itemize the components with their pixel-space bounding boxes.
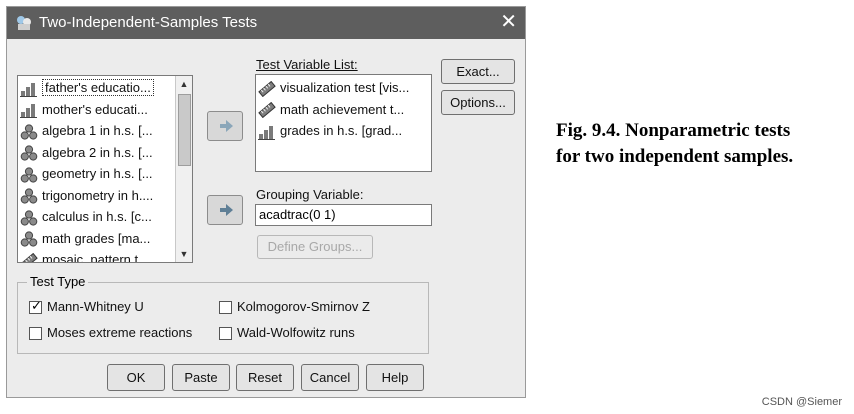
variable-label: geometry in h.s. [... <box>42 166 153 181</box>
variable-list-item[interactable]: grades in h.s. [grad... <box>258 121 402 141</box>
variable-label: mother's educati... <box>42 101 148 117</box>
moses-extreme-label: Moses extreme reactions <box>47 325 193 340</box>
check-mark-icon: ✓ <box>31 298 42 313</box>
right-arrow-icon <box>220 204 233 216</box>
scale-ruler-icon <box>20 252 38 262</box>
spss-app-icon <box>17 16 31 30</box>
exact-button[interactable]: Exact... <box>441 59 515 84</box>
caption-line-2: for two independent samples. <box>556 146 794 167</box>
nominal-circles-icon <box>20 145 38 161</box>
variable-label: mosaic, pattern t... <box>42 252 149 263</box>
source-list-scrollbar[interactable]: ▲ ▼ <box>175 76 192 262</box>
source-variable-list[interactable]: father's educatio... mother's educati... a… <box>17 75 193 263</box>
right-arrow-icon <box>220 120 233 132</box>
scale-ruler-icon <box>258 80 276 97</box>
variable-list-item[interactable]: trigonometry in h.... <box>20 186 153 206</box>
mann-whitney-label: Mann-Whitney U <box>47 299 144 314</box>
nominal-circles-icon <box>20 209 38 226</box>
scroll-thumb[interactable] <box>178 94 191 166</box>
define-groups-button[interactable]: Define Groups... <box>257 235 373 259</box>
variable-list-item[interactable]: geometry in h.s. [... <box>20 164 153 184</box>
figure-caption: Fig. 9.4. Nonparametric tests for two in… <box>556 118 793 170</box>
test-variable-list-label: Test Variable List: <box>256 57 358 72</box>
kolmogorov-smirnov-label: Kolmogorov-Smirnov Z <box>237 299 370 314</box>
wald-wolfowitz-checkbox[interactable] <box>219 327 232 340</box>
paste-button[interactable]: Paste <box>172 364 230 391</box>
kolmogorov-smirnov-checkbox[interactable] <box>219 301 232 314</box>
variable-label: math grades [ma... <box>42 230 151 246</box>
variable-list-item[interactable]: algebra 1 in h.s. [... <box>20 121 153 141</box>
nominal-circles-icon <box>20 166 38 183</box>
reset-button[interactable]: Reset <box>236 364 294 391</box>
variable-label: algebra 1 in h.s. [... <box>42 123 153 138</box>
variable-list-item[interactable]: calculus in h.s. [c... <box>20 207 152 227</box>
move-to-test-list-button[interactable] <box>207 111 243 141</box>
variable-label: trigonometry in h.... <box>42 187 154 203</box>
cancel-button[interactable]: Cancel <box>301 364 359 391</box>
variable-list-item[interactable]: visualization test [vis... <box>258 78 409 98</box>
variable-list-item[interactable]: mother's educati... <box>20 100 148 120</box>
ok-button[interactable]: OK <box>107 364 165 391</box>
ordinal-bar-icon <box>20 102 38 119</box>
watermark: CSDN @Siemer <box>761 396 842 408</box>
grouping-variable-label: Grouping Variable: <box>256 187 364 202</box>
variable-list-item[interactable]: math achievement t... <box>258 100 404 120</box>
variable-label: math achievement t... <box>280 101 405 117</box>
options-button[interactable]: Options... <box>441 90 515 115</box>
variable-list-item[interactable]: math grades [ma... <box>20 229 150 249</box>
nominal-circles-icon <box>20 123 38 140</box>
variable-list-item[interactable]: mosaic, pattern t... <box>20 250 149 263</box>
scale-ruler-icon <box>258 101 276 119</box>
variable-label: algebra 2 in h.s. [... <box>42 144 153 160</box>
nominal-circles-icon <box>20 188 38 204</box>
variable-list-item[interactable]: father's educatio... <box>20 78 154 98</box>
test-type-title: Test Type <box>27 274 89 289</box>
two-independent-samples-dialog: Two-Independent-Samples Tests ✕ father's… <box>6 6 526 398</box>
window-title: Two-Independent-Samples Tests <box>39 14 258 31</box>
nominal-circles-icon <box>20 231 38 247</box>
variable-label: visualization test [vis... <box>280 80 410 95</box>
scroll-down-arrow[interactable]: ▼ <box>176 246 192 262</box>
wald-wolfowitz-label: Wald-Wolfowitz runs <box>237 325 355 340</box>
title-bar: Two-Independent-Samples Tests ✕ <box>7 7 525 39</box>
help-button[interactable]: Help <box>366 364 424 391</box>
ordinal-bar-icon <box>20 81 38 97</box>
variable-list-item[interactable]: algebra 2 in h.s. [... <box>20 143 153 163</box>
variable-label: grades in h.s. [grad... <box>280 123 403 138</box>
test-type-group <box>17 282 429 354</box>
caption-line-1: Fig. 9.4. Nonparametric tests <box>556 120 791 141</box>
close-icon[interactable]: ✕ <box>500 11 517 33</box>
grouping-variable-field[interactable]: acadtrac(0 1) <box>255 204 432 226</box>
ordinal-bar-icon <box>258 124 276 140</box>
moses-extreme-checkbox[interactable] <box>29 327 42 340</box>
scroll-up-arrow[interactable]: ▲ <box>176 76 192 92</box>
variable-label: father's educatio... <box>42 79 154 96</box>
variable-label: calculus in h.s. [c... <box>42 209 152 224</box>
move-to-grouping-button[interactable] <box>207 195 243 225</box>
mann-whitney-checkbox[interactable]: ✓ <box>29 298 42 314</box>
test-variable-list[interactable]: visualization test [vis... math achieveme… <box>255 74 432 172</box>
